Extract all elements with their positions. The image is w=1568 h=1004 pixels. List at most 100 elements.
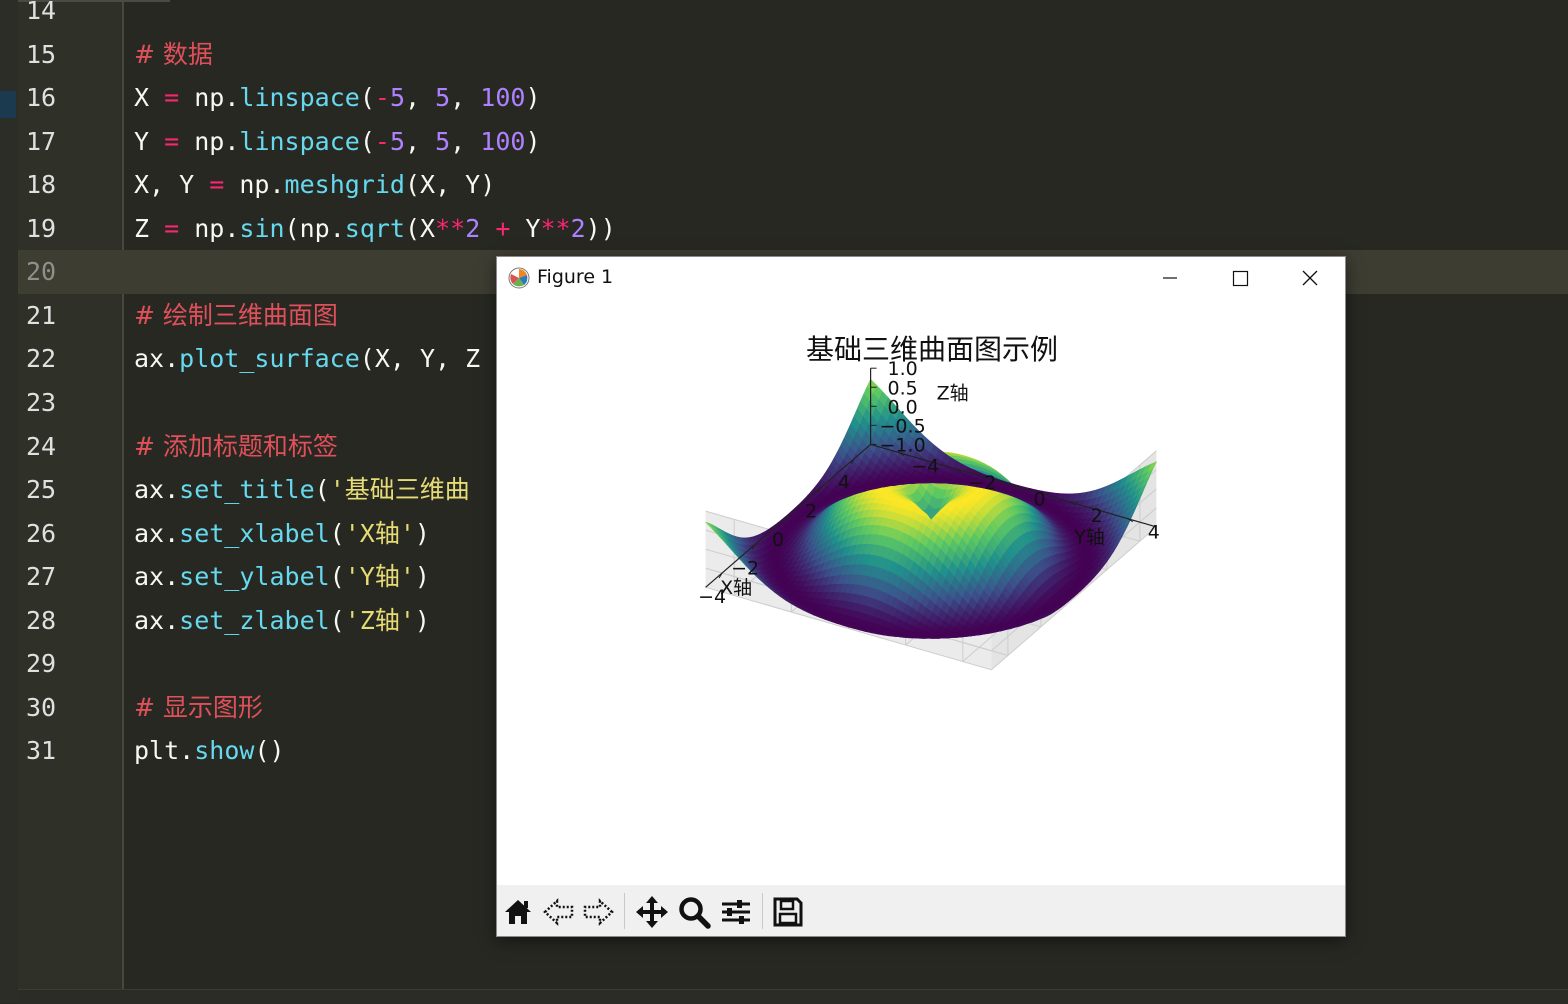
code-line[interactable]: # 添加标题和标签: [134, 425, 338, 469]
close-button[interactable]: [1275, 257, 1345, 299]
code-line[interactable]: X, Y = np.meshgrid(X, Y): [134, 163, 495, 207]
code-comment: # 显示图形: [134, 693, 263, 722]
code-line[interactable]: # 数据: [134, 33, 213, 77]
code-line[interactable]: ax.set_xlabel('X轴'): [134, 512, 430, 556]
code-token: set_ylabel: [179, 562, 330, 591]
code-token: ax.: [134, 562, 179, 591]
code-token: (X, Y, Z: [360, 344, 480, 373]
code-token: ax.: [134, 475, 179, 504]
line-number: 22: [26, 337, 86, 381]
code-token: 5: [390, 127, 405, 156]
code-token: show: [194, 736, 254, 765]
code-line[interactable]: ax.set_zlabel('Z轴'): [134, 599, 430, 643]
gutter-divider: [122, 0, 124, 990]
code-line[interactable]: ax.set_title('基础三维曲: [134, 468, 470, 512]
code-token: X, Y: [134, 170, 209, 199]
code-token: plot_surface: [179, 344, 360, 373]
current-line-marker: [0, 91, 16, 118]
code-line[interactable]: Y = np.linspace(-5, 5, 100): [134, 120, 541, 164]
code-comment: # 数据: [134, 40, 213, 69]
code-token: (: [330, 562, 345, 591]
line-number: 26: [26, 512, 86, 556]
save-icon[interactable]: [771, 895, 805, 929]
code-line[interactable]: # 显示图形: [134, 686, 263, 730]
z-axis-label: Z轴: [937, 383, 969, 405]
code-token: 'X轴': [345, 519, 415, 548]
home-icon[interactable]: [501, 895, 535, 929]
activity-strip: [0, 0, 18, 1003]
code-token: '基础三维曲: [330, 475, 470, 504]
code-token: (: [360, 83, 375, 112]
z-tick-label: 0.5: [887, 377, 917, 399]
code-token: ,: [450, 127, 480, 156]
code-token: ,: [405, 83, 435, 112]
code-token: 100: [480, 127, 525, 156]
code-line[interactable]: ax.set_ylabel('Y轴'): [134, 555, 430, 599]
configure-icon[interactable]: [719, 895, 753, 929]
code-token: 'Y轴': [345, 562, 415, 591]
line-number: 23: [26, 381, 86, 425]
code-comment: # 绘制三维曲面图: [134, 301, 338, 330]
code-token: ax.: [134, 344, 179, 373]
pan-icon[interactable]: [635, 895, 669, 929]
line-number: 30: [26, 686, 86, 730]
code-token: 100: [480, 83, 525, 112]
horizontal-scrollbar[interactable]: [18, 989, 1568, 1004]
line-number: 21: [26, 294, 86, 338]
x-tick-label: 2: [805, 500, 817, 522]
code-token: ,: [450, 83, 480, 112]
toolbar-separator: [762, 893, 763, 929]
code-token: np.: [179, 214, 239, 243]
code-line[interactable]: # 绘制三维曲面图: [134, 294, 338, 338]
code-token: 2: [571, 214, 586, 243]
code-token: 'Z轴': [345, 606, 415, 635]
line-number: 16: [26, 76, 86, 120]
y-tick-label: 2: [1091, 505, 1103, 527]
zoom-icon[interactable]: [677, 895, 711, 929]
forward-icon[interactable]: [581, 895, 615, 929]
code-token: (np.: [285, 214, 345, 243]
code-token: linspace: [239, 127, 359, 156]
code-token: -: [375, 127, 390, 156]
code-token: 5: [435, 83, 450, 112]
figure-window[interactable]: Figure 1 基础三维曲面图示例 −4−4−2−2002244−1.0−0.…: [497, 257, 1345, 936]
code-token: ): [525, 127, 540, 156]
minimize-button[interactable]: [1135, 257, 1205, 299]
code-token: (: [330, 519, 345, 548]
y-tick-label: −2: [968, 472, 996, 494]
code-token: ): [415, 606, 430, 635]
code-token: sqrt: [345, 214, 405, 243]
code-token: Y: [134, 127, 164, 156]
code-token: X: [134, 83, 164, 112]
code-line[interactable]: X = np.linspace(-5, 5, 100): [134, 76, 541, 120]
line-number: 19: [26, 207, 86, 251]
line-number: 24: [26, 425, 86, 469]
x-tick-label: 0: [772, 529, 784, 551]
code-token: ,: [405, 127, 435, 156]
code-token: =: [164, 127, 179, 156]
z-tick-label: 1.0: [887, 358, 917, 380]
code-token: plt.: [134, 736, 194, 765]
code-line[interactable]: ax.plot_surface(X, Y, Z: [134, 337, 480, 381]
code-line[interactable]: Z = np.sin(np.sqrt(X**2 + Y**2)): [134, 207, 616, 251]
code-token: set_xlabel: [179, 519, 330, 548]
z-tick-label: −0.5: [880, 415, 926, 437]
maximize-button[interactable]: [1205, 257, 1275, 299]
code-token: =: [164, 214, 179, 243]
code-token: =: [209, 170, 224, 199]
code-token: Z: [134, 214, 164, 243]
code-comment: # 添加标题和标签: [134, 432, 338, 461]
code-token: linspace: [239, 83, 359, 112]
surface-plot[interactable]: 基础三维曲面图示例 −4−4−2−2002244−1.0−0.50.00.51.…: [497, 299, 1345, 885]
z-tick-label: 0.0: [887, 396, 917, 418]
code-token: +: [480, 214, 525, 243]
close-icon: [1275, 257, 1345, 299]
code-token: **: [540, 214, 570, 243]
code-token: (X, Y): [405, 170, 495, 199]
window-title: Figure 1: [537, 266, 613, 288]
code-token: sin: [239, 214, 284, 243]
code-token: )): [586, 214, 616, 243]
code-line[interactable]: plt.show(): [134, 729, 285, 773]
window-titlebar[interactable]: Figure 1: [497, 257, 1345, 299]
back-icon[interactable]: [542, 895, 576, 929]
